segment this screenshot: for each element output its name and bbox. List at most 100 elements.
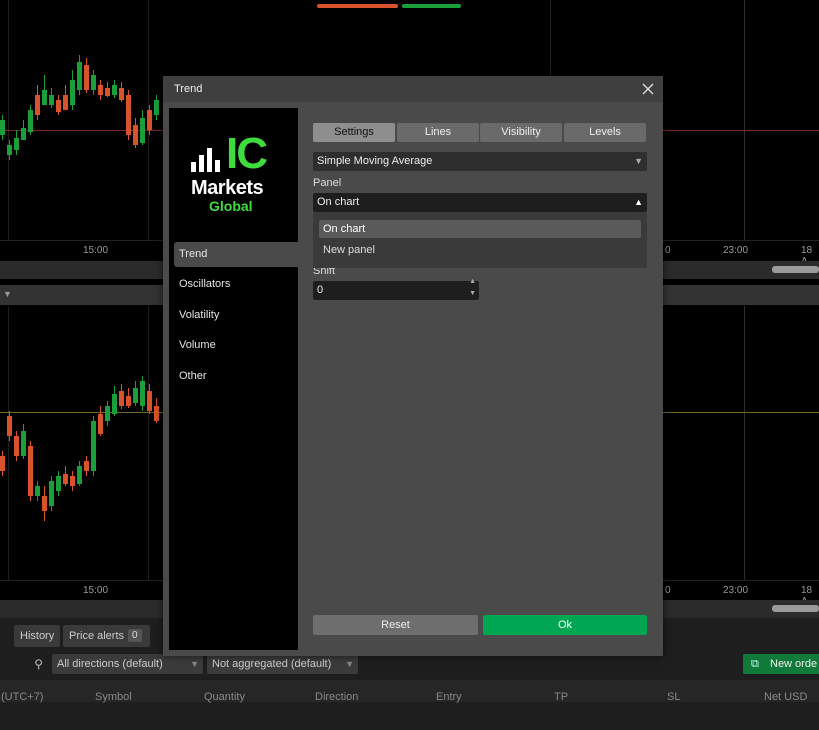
candle	[119, 391, 124, 406]
indicator-sidebar: IC Markets Global Trend Oscillators Vola…	[169, 108, 298, 650]
column-tp[interactable]: TP	[554, 691, 568, 703]
nav-item-oscillators[interactable]: Oscillators	[174, 272, 298, 297]
candle	[105, 88, 110, 96]
candle	[84, 65, 89, 90]
candle	[70, 80, 75, 105]
ok-button[interactable]: Ok	[483, 615, 647, 635]
candle	[112, 85, 117, 95]
tab-levels[interactable]: Levels	[564, 123, 646, 142]
tab-visibility[interactable]: Visibility	[480, 123, 562, 142]
chevron-down-icon: ▼	[345, 659, 354, 669]
candle	[63, 474, 68, 484]
candle	[126, 396, 131, 406]
nav-item-other[interactable]: Other	[174, 364, 298, 389]
tab-history[interactable]: History	[14, 625, 61, 647]
buy-bar	[402, 4, 461, 8]
logo-ic: IC	[226, 129, 268, 178]
nav-item-volume[interactable]: Volume	[174, 333, 298, 358]
close-icon[interactable]	[641, 82, 655, 96]
tab-lines[interactable]: Lines	[397, 123, 479, 142]
aggregation-filter[interactable]: Not aggregated (default) ▼	[207, 654, 358, 674]
candle	[77, 62, 82, 90]
candle	[140, 118, 145, 143]
candle	[49, 95, 54, 105]
candle	[77, 466, 82, 484]
panel-label: Panel	[313, 177, 342, 189]
time-label: 15:00	[83, 245, 109, 256]
candle	[14, 436, 19, 456]
shift-input-value: 0	[317, 284, 324, 296]
panel-dropdown-list: On chart New panel	[313, 212, 647, 268]
collapse-icon[interactable]: ▼	[3, 289, 12, 299]
candle	[42, 90, 47, 105]
tab-settings[interactable]: Settings	[313, 123, 395, 142]
option-on-chart[interactable]: On chart	[319, 220, 641, 238]
panel-select[interactable]: On chart ▲	[313, 193, 647, 212]
column-time[interactable]: (UTC+7)	[1, 691, 43, 703]
bars-icon	[191, 148, 220, 172]
candle	[147, 110, 152, 130]
candle	[56, 476, 61, 491]
shift-input[interactable]: 0 ▲ ▼	[313, 278, 479, 300]
stepper-down-icon[interactable]: ▼	[469, 290, 476, 298]
candle	[154, 100, 159, 115]
new-order-label: New orde	[770, 658, 818, 670]
column-quantity[interactable]: Quantity	[204, 691, 245, 703]
candle	[7, 416, 12, 436]
candle	[21, 431, 26, 456]
aggregation-filter-value: Not aggregated (default)	[212, 658, 332, 670]
search-icon: ⚲	[34, 657, 43, 671]
candle	[28, 110, 33, 132]
candle	[133, 125, 138, 145]
indicator-select-value: Simple Moving Average	[317, 155, 433, 167]
chevron-down-icon: ▼	[634, 156, 643, 166]
new-order-icon: ⧉	[751, 658, 759, 670]
candle	[147, 391, 152, 411]
scrollbar-thumb[interactable]	[772, 266, 819, 273]
candle	[7, 145, 12, 155]
column-net-usd[interactable]: Net USD	[764, 691, 807, 703]
candle	[70, 476, 75, 486]
time-label: 15:00	[83, 585, 109, 596]
column-direction[interactable]: Direction	[315, 691, 358, 703]
scrollbar-thumb[interactable]	[772, 605, 819, 612]
reset-button[interactable]: Reset	[313, 615, 478, 635]
column-entry[interactable]: Entry	[436, 691, 462, 703]
candle	[56, 100, 61, 112]
nav-item-trend[interactable]: Trend	[174, 242, 298, 267]
candle	[119, 88, 124, 100]
sell-bar	[317, 4, 398, 8]
candle	[133, 388, 138, 403]
panel-select-value: On chart	[317, 196, 360, 208]
direction-filter[interactable]: All directions (default) ▼	[52, 654, 203, 674]
indicator-select[interactable]: Simple Moving Average ▼	[313, 152, 647, 171]
candle	[14, 138, 19, 150]
candle	[126, 95, 131, 135]
stepper-up-icon[interactable]: ▲	[469, 278, 476, 286]
dialog-title: Trend	[174, 83, 203, 95]
candle	[0, 456, 5, 471]
candle	[0, 120, 5, 135]
candle	[63, 95, 68, 110]
candle	[21, 128, 26, 140]
tab-label: Price alerts	[69, 630, 125, 642]
candle	[140, 381, 145, 406]
candle	[35, 95, 40, 115]
chevron-down-icon: ▼	[190, 659, 199, 669]
column-symbol[interactable]: Symbol	[95, 691, 132, 703]
time-label: 0	[665, 585, 671, 596]
option-new-panel[interactable]: New panel	[319, 241, 641, 259]
candle	[154, 406, 159, 421]
candle	[35, 486, 40, 496]
candle	[28, 446, 33, 496]
candle	[84, 461, 89, 471]
new-order-button[interactable]: ⧉ New orde	[743, 654, 819, 674]
indicator-dialog: Trend IC Markets Global Trend Oscillator…	[163, 76, 663, 656]
candle	[98, 85, 103, 95]
column-sl[interactable]: SL	[667, 691, 680, 703]
logo-markets: Markets	[191, 177, 264, 199]
chevron-up-icon: ▲	[634, 197, 643, 207]
candle	[91, 75, 96, 90]
candle	[105, 406, 110, 421]
nav-item-volatility[interactable]: Volatility	[174, 303, 298, 328]
